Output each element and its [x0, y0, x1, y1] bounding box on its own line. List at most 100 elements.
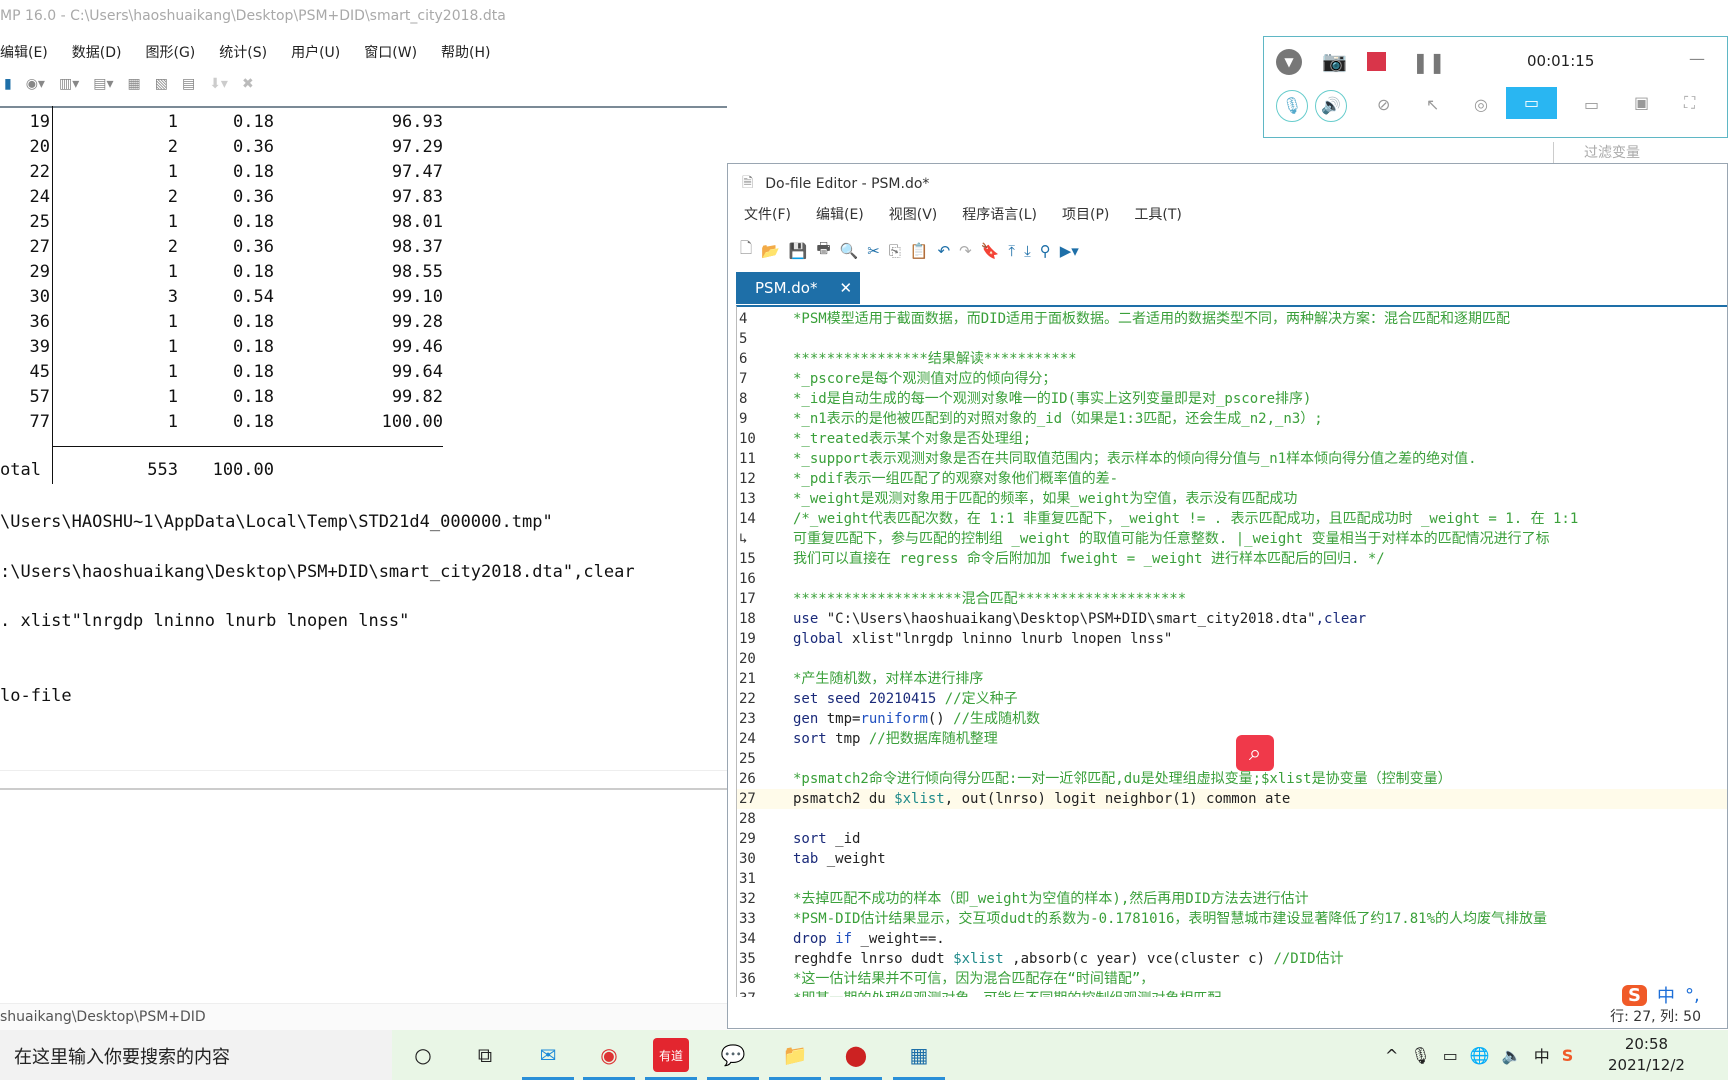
microphone-icon[interactable]: 🎙	[1276, 90, 1308, 122]
code-line[interactable]: 17 ********************混合匹配**************…	[737, 589, 1727, 609]
menu-graphics[interactable]: 图形(G)	[146, 36, 210, 66]
more-icon[interactable]: ⬇▾	[209, 76, 228, 92]
editor-menu-project[interactable]: 项目(P)	[1062, 204, 1109, 224]
code-line[interactable]: 36 *这一估计结果并不可信，因为混合匹配存在“时间错配”，	[737, 969, 1727, 989]
save-icon[interactable]: 💾	[789, 242, 808, 260]
camera-icon[interactable]: 📷	[1322, 49, 1347, 73]
toggle-bookmark-icon[interactable]: 🔖	[981, 242, 1000, 260]
code-line[interactable]: 5	[737, 329, 1727, 349]
mail-icon[interactable]: ✉	[522, 1038, 574, 1080]
close-tab-icon[interactable]: ✕	[839, 279, 852, 304]
code-line[interactable]: 10 *_treated表示某个对象是否处理组;	[737, 429, 1727, 449]
stop-icon[interactable]	[1367, 52, 1386, 71]
code-line[interactable]: 29 sort _id	[737, 829, 1727, 849]
next-bookmark-icon[interactable]: ⤓	[1024, 242, 1031, 260]
do-file-editor-icon[interactable]: ▤▾	[93, 76, 113, 92]
fullscreen-icon[interactable]: ⛶	[1684, 93, 1695, 113]
input-language[interactable]: 中	[1534, 1043, 1550, 1067]
menu-help[interactable]: 帮助(H)	[441, 36, 504, 66]
log-icon[interactable]: ▮	[4, 76, 12, 92]
previous-bookmark-icon[interactable]: ⤒	[1008, 242, 1015, 260]
chrome-icon[interactable]: ◉	[583, 1038, 635, 1080]
execute-do-icon[interactable]: ▶▾	[1060, 242, 1079, 260]
code-line[interactable]: 11 *_support表示观测对象是否在共同取值范围内；表示样本的倾向得分值与_…	[737, 449, 1727, 469]
editor-menu-edit[interactable]: 编辑(E)	[816, 204, 864, 224]
code-line[interactable]: 22 set seed 20210415 //定义种子	[737, 689, 1727, 709]
menu-data[interactable]: 数据(D)	[72, 36, 136, 66]
code-line[interactable]: 35 reghdfe lnrso dudt $xlist ,absorb(c ye…	[737, 949, 1727, 969]
sogou-icon[interactable]: S	[1622, 984, 1647, 1006]
code-line[interactable]: 33 *PSM-DID估计结果显示，交互项dudt的系数为-0.1781016，表…	[737, 909, 1727, 929]
cut-icon[interactable]: ✂	[867, 242, 880, 260]
region-icon[interactable]: ▣	[1634, 93, 1649, 112]
viewer-icon[interactable]: ◉▾	[26, 76, 45, 92]
code-line[interactable]: 13 *_weight是观测对象用于匹配的频率，如果_weight为空值，表示没有…	[737, 489, 1727, 509]
code-line[interactable]: 25	[737, 749, 1727, 769]
battery-icon[interactable]: ▭	[1443, 1046, 1458, 1065]
task-view-icon[interactable]: ⧉	[467, 1038, 503, 1072]
editor-menu-tools[interactable]: 工具(T)	[1134, 204, 1181, 224]
speaker-icon[interactable]: 🔊	[1315, 90, 1347, 122]
graph-icon[interactable]: ▥▾	[59, 76, 79, 92]
network-icon[interactable]: 🌐	[1470, 1046, 1490, 1065]
undo-icon[interactable]: ↶	[938, 242, 951, 260]
camera-off-icon[interactable]: ⊘	[1377, 95, 1390, 114]
tab-psm-do[interactable]: PSM.do* ✕	[736, 272, 860, 304]
editor-menu-language[interactable]: 程序语言(L)	[962, 204, 1037, 224]
microphone-tray-icon[interactable]: 🎙	[1410, 1046, 1430, 1065]
editor-menu-view[interactable]: 视图(V)	[889, 204, 938, 224]
command-input[interactable]	[0, 770, 727, 788]
code-line[interactable]: 19 global xlist"lnrgdp lninno lnurb lnope…	[737, 629, 1727, 649]
paste-icon[interactable]: 📋	[910, 242, 929, 260]
code-line[interactable]: 18 use "C:\Users\haoshuaikang\Desktop\PSM…	[737, 609, 1727, 629]
pane-divider[interactable]	[0, 788, 727, 790]
menu-edit[interactable]: 编辑(E)	[0, 36, 62, 66]
file-explorer-icon[interactable]: 📁	[769, 1038, 821, 1080]
redo-icon[interactable]: ↷	[959, 242, 972, 260]
code-line[interactable]: 4 *PSM模型适用于截面数据，而DID适用于面板数据。二者适用的数据类型不同，两…	[737, 309, 1727, 329]
punctuation-icon[interactable]: °,	[1685, 985, 1700, 1006]
taskbar-search[interactable]: 在这里输入你要搜索的内容	[0, 1030, 392, 1080]
variables-manager-icon[interactable]: ▤	[182, 76, 195, 92]
filter-variables-input[interactable]: 过滤变量	[1553, 142, 1728, 164]
code-line[interactable]: ↳ 可重复匹配下，参与匹配的控制组 _weight 的取值可能为任意整数. |_w…	[737, 529, 1727, 549]
open-folder-icon[interactable]: 📂	[761, 242, 780, 260]
search-float-icon[interactable]: ⌕	[1236, 735, 1274, 771]
code-area[interactable]: 4 *PSM模型适用于截面数据，而DID适用于面板数据。二者适用的数据类型不同，两…	[736, 305, 1727, 997]
sogou-tray-icon[interactable]: S	[1562, 1046, 1574, 1065]
code-line[interactable]: 31	[737, 869, 1727, 889]
code-line[interactable]: 7 *_pscore是每个观测值对应的倾向得分；	[737, 369, 1727, 389]
editor-menu-file[interactable]: 文件(F)	[744, 204, 791, 224]
find-icon[interactable]: 🔍	[840, 242, 859, 260]
cursor-icon[interactable]: ↖	[1426, 95, 1439, 114]
code-line[interactable]: 24 sort tmp //把数据库随机整理	[737, 729, 1727, 749]
code-line[interactable]: 37 *即某一期的处理组观测对象，可能与不同期的控制组观测对象相匹配	[737, 989, 1727, 997]
cortana-icon[interactable]: ○	[405, 1038, 441, 1072]
code-line[interactable]: 9 *_n1表示的是他被匹配到的对照对象的_id（如果是1:3匹配，还会生成_n2…	[737, 409, 1727, 429]
code-line[interactable]: 20	[737, 649, 1727, 669]
code-line[interactable]: 34 drop if _weight==.	[737, 929, 1727, 949]
minimize-button[interactable]: —	[1689, 49, 1705, 68]
code-line[interactable]: 26 *psmatch2命令进行倾向得分匹配:一对一近邻匹配,du是处理组虚拟变量…	[737, 769, 1727, 789]
monitor-icon[interactable]: ▭	[1584, 95, 1599, 114]
code-line[interactable]: 27 psmatch2 du $xlist, out(lnrso) logit n…	[737, 789, 1727, 809]
show-hidden-icons[interactable]: ^	[1385, 1046, 1398, 1065]
ime-toolbar[interactable]: S 中 °,	[1622, 982, 1700, 1008]
code-line[interactable]: 6 ****************结果解读***********	[737, 349, 1727, 369]
ime-language[interactable]: 中	[1657, 982, 1675, 1008]
clock[interactable]: 20:58 2021/12/2	[1608, 1034, 1685, 1076]
menu-user[interactable]: 用户(U)	[291, 36, 354, 66]
data-browser-icon[interactable]: ▧	[155, 76, 168, 92]
code-line[interactable]: 8 *_id是自动生成的每一个观测对象唯一的ID(事实上这列变量即是对_pscor…	[737, 389, 1727, 409]
menu-statistics[interactable]: 统计(S)	[219, 36, 281, 66]
new-file-icon[interactable]: 🗋	[740, 238, 752, 263]
show-file-in-viewer-icon[interactable]: ⚲	[1040, 242, 1051, 260]
code-line[interactable]: 32 *去掉匹配不成功的样本（即_weight为空值的样本),然后再用DID方法去…	[737, 889, 1727, 909]
break-icon[interactable]: ✖	[242, 76, 254, 92]
menu-window[interactable]: 窗口(W)	[364, 36, 431, 66]
youdao-icon[interactable]: 有道	[645, 1038, 697, 1080]
code-line[interactable]: 23 gen tmp=runiform() //生成随机数	[737, 709, 1727, 729]
code-line[interactable]: 16	[737, 569, 1727, 589]
print-icon[interactable]: 🖶	[816, 238, 830, 263]
window-capture-icon[interactable]: ▭	[1506, 87, 1557, 119]
